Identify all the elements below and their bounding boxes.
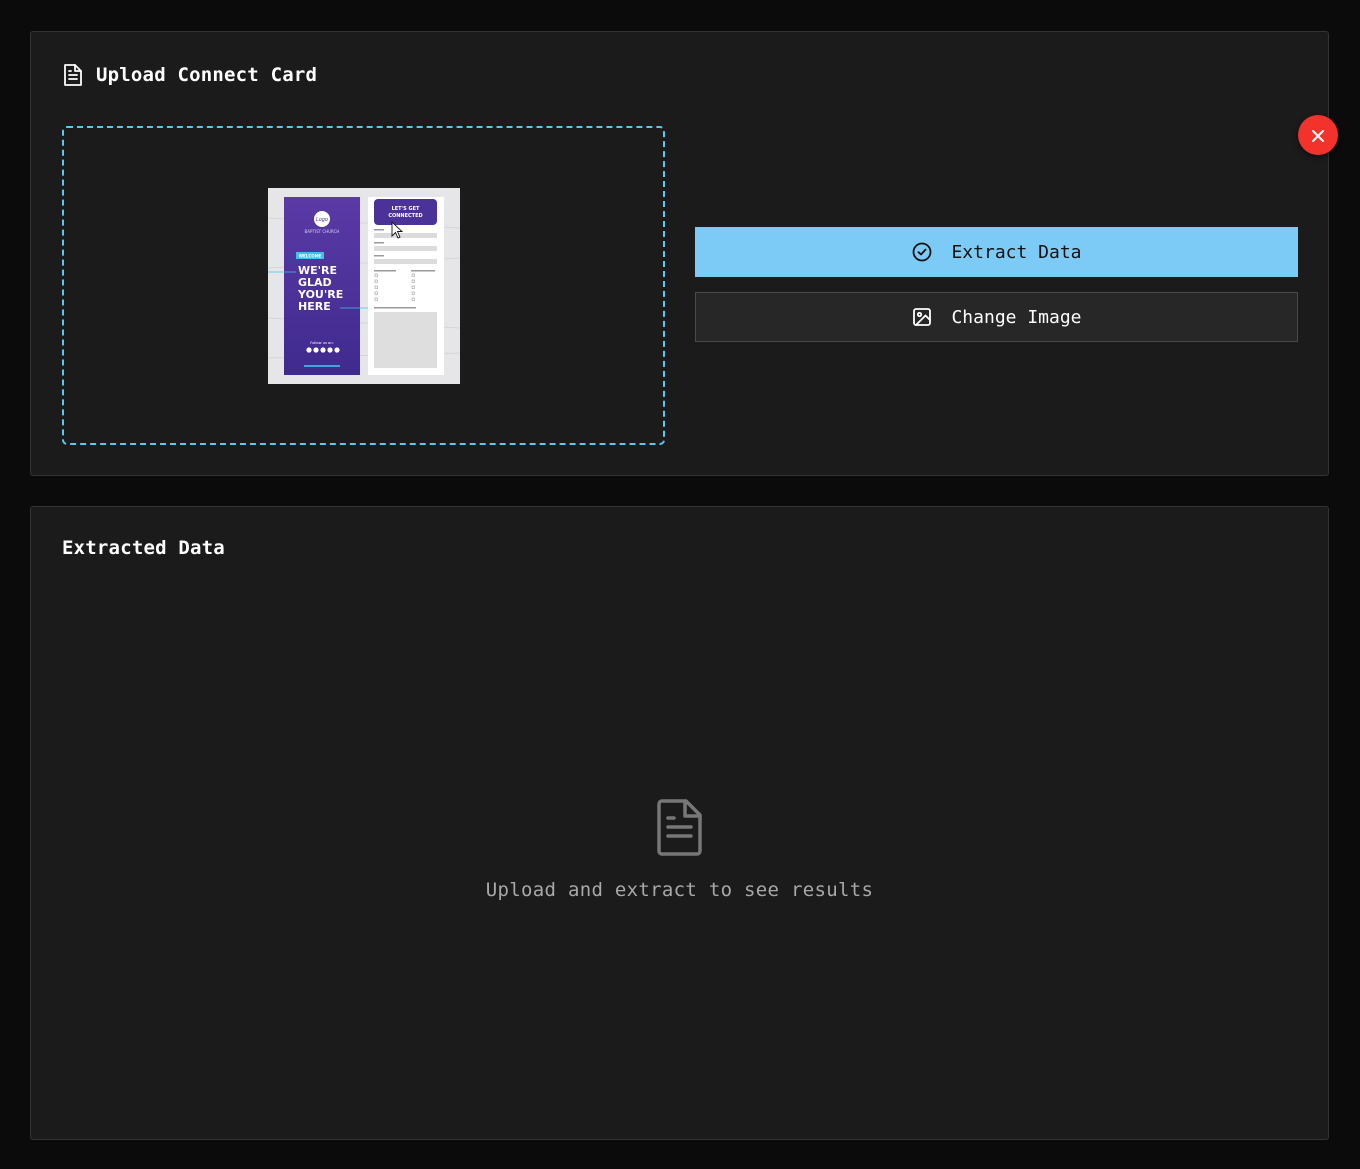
extracted-data-title: Extracted Data — [62, 537, 225, 559]
close-icon — [1311, 128, 1325, 142]
preview-church-text: BAPTIST CHURCH — [304, 229, 339, 234]
remove-image-button[interactable] — [1298, 115, 1338, 155]
upload-panel-title-text: Upload Connect Card — [96, 64, 318, 86]
file-text-icon — [62, 63, 84, 87]
change-image-label: Change Image — [951, 306, 1082, 328]
image-dropzone[interactable]: Logo BAPTIST CHURCH WELCOME WE'RE GLAD Y… — [62, 126, 665, 445]
extract-data-button[interactable]: Extract Data — [695, 227, 1298, 277]
empty-state-message: Upload and extract to see results — [485, 879, 874, 901]
preview-follow-text: Follow us on: — [310, 341, 333, 345]
empty-state: Upload and extract to see results — [31, 797, 1328, 901]
change-image-button[interactable]: Change Image — [695, 292, 1298, 342]
preview-logo-text: Logo — [315, 217, 327, 223]
connect-card-preview-image: Logo BAPTIST CHURCH WELCOME WE'RE GLAD Y… — [267, 187, 460, 384]
preview-connected-2: CONNECTED — [388, 213, 422, 219]
extracted-data-panel: Extracted Data Upload and extract to see… — [30, 506, 1329, 1140]
preview-headline-4: HERE — [298, 300, 331, 313]
upload-panel-title: Upload Connect Card — [62, 62, 317, 88]
image-icon — [911, 306, 933, 328]
check-circle-icon — [911, 241, 933, 263]
preview-badge-text: WELCOME — [298, 253, 321, 258]
extract-data-label: Extract Data — [951, 241, 1082, 263]
preview-connected-1: LET'S GET — [391, 206, 419, 212]
upload-connect-card-panel: Upload Connect Card Logo BAPTIST CHURCH … — [30, 31, 1338, 476]
file-text-icon — [654, 797, 706, 857]
